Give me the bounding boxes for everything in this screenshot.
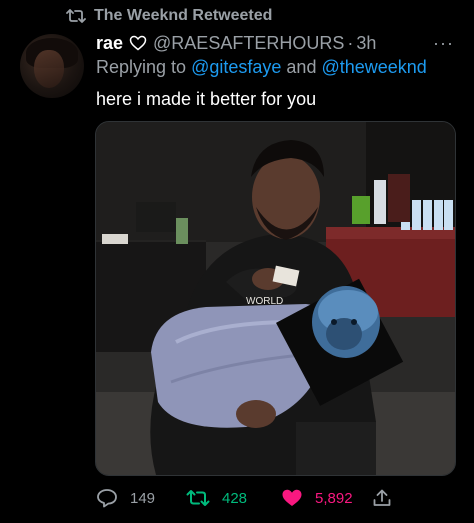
reply-context: Replying to @gitesfaye and @theweeknd: [96, 57, 427, 78]
author-handle[interactable]: @RAESAFTERHOURS: [153, 33, 344, 54]
avatar-face: [34, 50, 64, 88]
author-display-name[interactable]: rae: [96, 33, 123, 54]
tweet-media-image[interactable]: WORLD: [95, 121, 456, 476]
tweet-actions: 149 428 5,892: [96, 487, 436, 509]
header-separator: ·: [347, 32, 354, 53]
retweet-banner-label[interactable]: The Weeknd Retweeted: [94, 7, 272, 25]
avatar[interactable]: [20, 34, 84, 98]
retweet-count: 428: [222, 489, 248, 507]
reply-icon: [96, 488, 118, 508]
retweet-icon: [186, 488, 210, 508]
tweet-timestamp[interactable]: 3h: [356, 33, 376, 54]
reply-count: 149: [130, 489, 156, 507]
reply-button[interactable]: 149: [96, 487, 155, 509]
retweet-icon: [66, 8, 86, 24]
mention-link-theweeknd[interactable]: @theweeknd: [321, 57, 426, 77]
reply-conjunction: and: [286, 57, 317, 77]
more-options-button[interactable]: ···: [433, 33, 454, 54]
retweet-button[interactable]: 428: [186, 487, 247, 509]
like-button[interactable]: 5,892: [281, 487, 353, 509]
mention-link-gitesfaye[interactable]: @gitesfaye: [191, 57, 281, 77]
tweet: The Weeknd Retweeted rae @RAESAFTERHOURS…: [0, 0, 474, 523]
heart-outline-icon: [129, 35, 147, 51]
tweet-header: rae @RAESAFTERHOURS · 3h ···: [96, 31, 454, 55]
retweet-banner: The Weeknd Retweeted: [66, 6, 272, 26]
share-button[interactable]: [372, 487, 392, 509]
heart-filled-icon: [281, 488, 303, 508]
like-count: 5,892: [315, 489, 353, 507]
share-icon: [372, 488, 392, 508]
tweet-text: here i made it better for you: [96, 89, 317, 109]
reply-prefix: Replying to: [96, 57, 187, 77]
